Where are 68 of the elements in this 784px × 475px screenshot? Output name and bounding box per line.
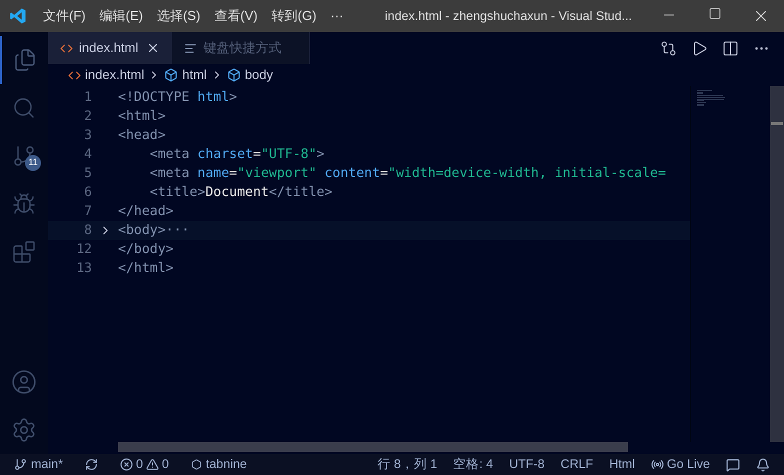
activity-item[interactable]: 11 xyxy=(0,132,48,180)
files-icon xyxy=(13,48,37,72)
code-line: <head> xyxy=(118,126,166,145)
badge: 11 xyxy=(25,155,41,171)
feedback-icon[interactable] xyxy=(726,458,740,472)
code-line: </head> xyxy=(118,202,174,221)
line-number: 4 xyxy=(83,146,92,164)
cube-icon xyxy=(164,68,178,82)
tab-label: index.html xyxy=(79,39,138,58)
tabnine-status[interactable]: tabnine xyxy=(190,455,247,474)
line-number: 6 xyxy=(83,184,92,202)
hexagon-icon xyxy=(190,459,202,470)
code-line: <meta charset="UTF-8"> xyxy=(148,146,324,164)
line-number: 1 xyxy=(83,88,92,107)
git-icon xyxy=(12,144,36,168)
compare-icon[interactable] xyxy=(660,40,677,56)
line-number: 7 xyxy=(83,202,92,221)
menu-item[interactable]: 查看(V) xyxy=(207,6,265,26)
code-line: <body>··· xyxy=(118,222,190,240)
code-line: </html> xyxy=(118,260,174,278)
split-icon[interactable] xyxy=(722,40,739,56)
code-line: </body> xyxy=(118,240,174,259)
lines-icon xyxy=(184,42,198,54)
broadcast-icon xyxy=(650,458,664,471)
menu-item[interactable]: 转到(G) xyxy=(264,6,324,26)
status-item[interactable]: CRLF xyxy=(560,455,594,474)
menu-item[interactable]: ··· xyxy=(323,6,350,26)
extensions-icon xyxy=(12,240,36,264)
line-number: 8 xyxy=(83,222,92,240)
app-logo-icon xyxy=(9,7,27,25)
code-icon xyxy=(60,42,73,54)
code-line: <meta name="viewport" content="width=device-width, initial-scale= xyxy=(148,164,666,183)
tab-label: 键盘快捷方式 xyxy=(203,39,282,58)
breadcrumb-item[interactable]: index.html xyxy=(85,65,144,85)
play-icon[interactable] xyxy=(691,40,708,56)
line-number: 13 xyxy=(75,260,92,278)
sync-icon[interactable] xyxy=(84,458,98,471)
breadcrumb-item[interactable]: body xyxy=(244,65,274,85)
status-item[interactable]: 空格: 4 xyxy=(453,455,494,474)
go-live-button[interactable]: Go Live xyxy=(650,455,710,474)
breadcrumb-item[interactable]: html xyxy=(182,65,207,85)
menu-item[interactable]: 编辑(E) xyxy=(92,6,150,26)
error-icon xyxy=(120,458,133,471)
code-icon xyxy=(68,68,81,82)
line-number: 3 xyxy=(83,126,92,145)
menu-item[interactable]: 文件(F) xyxy=(36,6,93,26)
cube-icon xyxy=(226,68,241,82)
status-item[interactable]: Html xyxy=(609,455,635,474)
search-icon xyxy=(12,96,36,120)
branch-status[interactable]: main* xyxy=(14,455,63,474)
menu-item[interactable]: 选择(S) xyxy=(150,6,208,26)
warning-icon xyxy=(146,458,159,471)
horizontal-scrollbar[interactable] xyxy=(118,442,628,452)
status-item[interactable]: UTF-8 xyxy=(509,455,545,474)
debug-icon xyxy=(12,192,36,216)
code-line: <!DOCTYPE html> xyxy=(118,88,238,107)
branch-icon xyxy=(14,458,27,471)
line-number: 5 xyxy=(83,164,92,183)
code-line: <title>Document</title> xyxy=(148,184,332,202)
line-number: 12 xyxy=(75,240,92,259)
problems-status[interactable]: 0 0 xyxy=(120,455,169,474)
bell-icon[interactable] xyxy=(756,458,770,472)
window-title: index.html - zhengshuchaxun - Visual Stud... xyxy=(384,8,632,25)
status-item[interactable]: 行 8，列 1 xyxy=(377,455,438,474)
editor-tab[interactable]: index.html xyxy=(48,32,172,64)
line-number: 2 xyxy=(83,108,92,126)
code-line: <html> xyxy=(118,108,166,126)
scrollbar-thumb[interactable] xyxy=(771,122,783,125)
